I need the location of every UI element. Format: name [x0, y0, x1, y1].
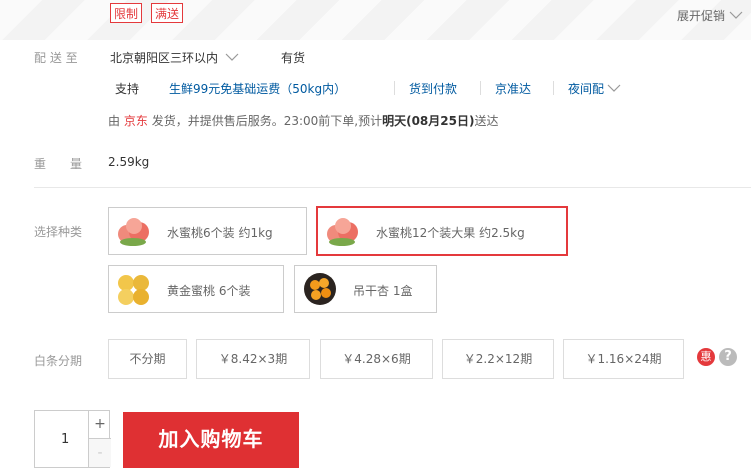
- services-expand-icon[interactable]: [607, 84, 621, 93]
- shipping-suffix: 送达: [474, 114, 499, 128]
- chevron-down-icon: [729, 11, 743, 19]
- delivery-label: 配 送 至: [34, 51, 78, 65]
- variant-option-label: 黄金蜜桃 6个装: [167, 284, 251, 298]
- stock-status: 有货: [281, 51, 306, 65]
- support-label: 支持: [115, 82, 140, 96]
- promotion-bar: 限制 满送 展开促销: [0, 0, 751, 40]
- add-to-cart-button[interactable]: 加入购物车: [123, 412, 299, 468]
- service-cash-on-delivery[interactable]: 货到付款: [409, 80, 457, 97]
- installment-option-6[interactable]: ￥4.28×6期: [320, 339, 433, 379]
- shipping-middle-text: 发货，并提供售后服务。23:00前下单,预计: [151, 114, 383, 128]
- installment-option-none[interactable]: 不分期: [108, 339, 187, 379]
- promo-tag-limit: 限制: [110, 3, 143, 23]
- discount-badge-icon[interactable]: 惠: [697, 348, 715, 366]
- variant-option-apricot[interactable]: 吊干杏 1盒: [294, 265, 437, 313]
- divider: [394, 81, 395, 95]
- variant-option-label: 水蜜桃6个装 约1kg: [167, 226, 273, 240]
- shipping-prefix: 由: [108, 114, 121, 128]
- estimated-delivery-date: 明天(08月25日): [382, 114, 475, 128]
- peach-thumbnail: [115, 212, 153, 250]
- installment-label: 白条分期: [34, 354, 83, 368]
- delivery-location-selector[interactable]: 北京朝阳区三环以内: [110, 49, 239, 66]
- delivery-location: 北京朝阳区三环以内: [110, 51, 219, 65]
- weight-value: 2.59kg: [108, 155, 150, 169]
- variant-option-peach-6[interactable]: 水蜜桃6个装 约1kg: [108, 207, 307, 255]
- variant-label: 选择种类: [34, 225, 83, 239]
- service-fresh-shipping[interactable]: 生鲜99元免基础运费（50kg内）: [169, 80, 346, 97]
- variant-option-label: 水蜜桃12个装大果 约2.5kg: [376, 226, 525, 240]
- installment-option-3[interactable]: ￥8.42×3期: [196, 339, 310, 379]
- chevron-down-icon: [225, 53, 239, 61]
- variant-option-peach-12-selected[interactable]: 水蜜桃12个装大果 约2.5kg: [316, 206, 568, 256]
- peach-thumbnail: [324, 212, 362, 250]
- expand-promotions-button[interactable]: 展开促销: [677, 7, 743, 24]
- weight-label: 重 量: [34, 157, 83, 171]
- divider: [553, 81, 554, 95]
- divider: [480, 81, 481, 95]
- quantity-buttons: + -: [88, 411, 111, 467]
- help-icon[interactable]: ?: [719, 348, 737, 366]
- quantity-input[interactable]: 1: [61, 432, 69, 447]
- quantity-decrease-button[interactable]: -: [89, 439, 111, 467]
- installment-option-12[interactable]: ￥2.2×12期: [442, 339, 554, 379]
- seller-link[interactable]: 京东: [124, 114, 148, 128]
- installment-option-24[interactable]: ￥1.16×24期: [563, 339, 684, 379]
- shipping-info: 由 京东 发货，并提供售后服务。23:00前下单,预计明天(08月25日)送达: [108, 112, 498, 129]
- expand-promotions-label: 展开促销: [676, 9, 725, 23]
- variant-option-label: 吊干杏 1盒: [353, 284, 413, 298]
- apricot-thumbnail: [301, 270, 339, 308]
- promo-tag-gift: 满送: [151, 3, 184, 23]
- service-on-time-delivery[interactable]: 京准达: [495, 80, 531, 97]
- yellow-peach-thumbnail: [115, 270, 153, 308]
- quantity-increase-button[interactable]: +: [89, 411, 111, 439]
- service-night-delivery[interactable]: 夜间配: [568, 80, 604, 97]
- section-divider: [34, 187, 751, 188]
- quantity-stepper: 1 + -: [34, 410, 111, 468]
- variant-option-yellow-peach[interactable]: 黄金蜜桃 6个装: [108, 265, 284, 313]
